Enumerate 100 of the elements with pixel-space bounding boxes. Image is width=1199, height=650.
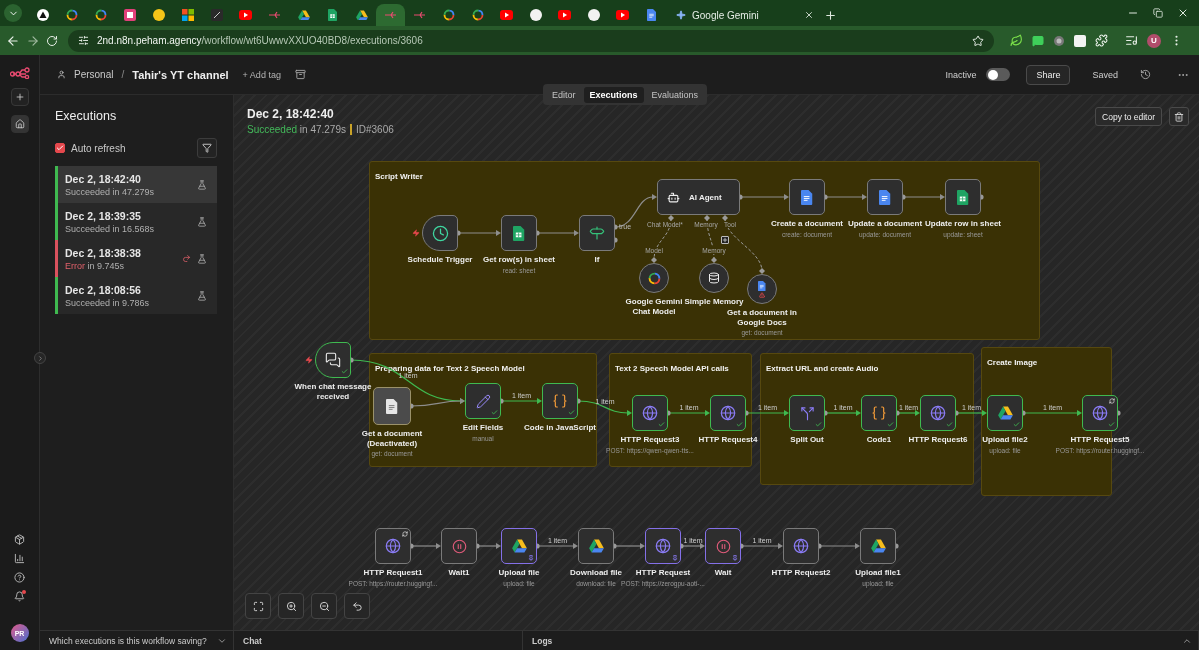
profile-avatar[interactable]: U [1147, 33, 1161, 48]
square-icon[interactable] [1074, 34, 1086, 47]
workflow-node[interactable] [705, 528, 741, 564]
workflow-node[interactable] [783, 528, 819, 564]
history-icon[interactable] [1140, 69, 1151, 80]
chat-panel-title: Chat [243, 635, 262, 646]
nodes-icon [413, 11, 426, 19]
workflow-node[interactable] [645, 528, 681, 564]
connection-line [665, 410, 710, 416]
execution-time: Dec 2, 18:38:38 [65, 246, 142, 259]
tricolor-triangle-icon [511, 539, 527, 553]
check-icon [658, 421, 665, 428]
add-button[interactable] [10, 88, 29, 106]
node-label: HTTP Request2 [771, 568, 831, 578]
clock-icon [431, 224, 449, 242]
back-icon[interactable] [6, 33, 20, 48]
workflow-node[interactable] [375, 528, 411, 564]
workflow-node[interactable] [710, 395, 746, 431]
node-label: Get row(s) in sheet [483, 255, 555, 265]
help-icon[interactable] [14, 572, 25, 583]
workflow-node[interactable] [315, 342, 351, 378]
execution-item[interactable]: Dec 2, 18:38:38 Error in 9.745s [55, 240, 217, 277]
node-label: HTTP Request5 [1070, 435, 1130, 445]
workflow-node[interactable] [579, 215, 615, 251]
workflow-node[interactable] [987, 395, 1023, 431]
workflow-node[interactable] [465, 383, 501, 419]
multicolor-ring-icon [471, 9, 484, 21]
zoom-out-button[interactable] [311, 593, 337, 619]
flask-icon[interactable] [197, 216, 207, 227]
workflow-node[interactable] [578, 528, 614, 564]
workflow-node[interactable] [441, 528, 477, 564]
bookmark-icon[interactable] [972, 34, 984, 47]
globe-icon [930, 405, 946, 421]
circle-icon[interactable] [1053, 34, 1065, 47]
chart-icon[interactable] [14, 553, 25, 564]
site-settings-icon[interactable] [78, 35, 89, 46]
workflow-node[interactable] [422, 215, 458, 251]
group-title: Text 2 Speech Model API calls [615, 364, 729, 373]
flask-icon[interactable] [197, 253, 207, 264]
media-icon[interactable] [1125, 34, 1138, 47]
copy-to-editor-button[interactable]: Copy to editor [1095, 107, 1162, 126]
archive-icon[interactable] [294, 69, 306, 80]
extensions-icon[interactable] [1095, 34, 1108, 47]
retry-icon[interactable] [182, 254, 191, 263]
workflow-node[interactable]: AI Agent [657, 179, 740, 215]
bell-icon[interactable] [14, 591, 25, 602]
node-label: When chat message received [293, 382, 373, 402]
workflow-node[interactable] [789, 179, 825, 215]
forward-icon[interactable] [26, 33, 40, 48]
close-icon[interactable] [1177, 7, 1189, 19]
view-tab[interactable]: Editor [546, 86, 582, 103]
execution-status: Error in 9.745s [65, 260, 126, 271]
leaf-icon[interactable] [1010, 34, 1023, 47]
workflow-node[interactable] [632, 395, 668, 431]
auto-refresh-checkbox[interactable] [55, 143, 65, 153]
fit-view-button[interactable] [245, 593, 271, 619]
workflow-node[interactable] [920, 395, 956, 431]
view-tab[interactable]: Evaluations [645, 86, 705, 103]
flask-icon[interactable] [197, 290, 207, 301]
project-link[interactable]: Personal [74, 69, 114, 80]
workflow-node[interactable] [945, 179, 981, 215]
address-bar[interactable]: 2nd.n8n.peham.agency/workflow/wt6UwwvXXUO40BD8/executions/3606 [68, 29, 994, 52]
undo-button[interactable] [344, 593, 370, 619]
share-button[interactable]: Share [1026, 64, 1071, 85]
reload-icon[interactable] [46, 34, 58, 47]
chat-icon[interactable] [1032, 34, 1044, 47]
workflow-node[interactable] [542, 383, 578, 419]
execution-item[interactable]: Dec 2, 18:39:35 Succeeded in 16.568s [55, 203, 217, 240]
filter-button[interactable] [197, 138, 217, 158]
execution-status: Succeeded in 9.786s [65, 297, 151, 308]
add-tag-button[interactable]: + Add tag [242, 69, 281, 80]
flask-icon[interactable] [197, 179, 207, 190]
browser-tab[interactable]: Google Gemini [666, 4, 820, 26]
package-icon[interactable] [14, 534, 25, 545]
workflow-node[interactable] [501, 528, 537, 564]
workflow-node[interactable] [1082, 395, 1118, 431]
workflow-node[interactable] [867, 179, 903, 215]
group-title: Extract URL and create Audio [766, 364, 879, 373]
database-icon [708, 272, 720, 284]
document-icon [386, 398, 398, 414]
workflow-node[interactable] [861, 395, 897, 431]
execution-item[interactable]: Dec 2, 18:42:40 Succeeded in 47.279s [55, 166, 217, 203]
workflow-node[interactable] [860, 528, 896, 564]
sparkle-icon [676, 10, 686, 20]
workflow-node[interactable] [789, 395, 825, 431]
zoom-in-button[interactable] [278, 593, 304, 619]
check-icon [56, 144, 64, 152]
view-tab[interactable]: Executions [583, 86, 644, 103]
home-button[interactable] [10, 115, 29, 133]
lightning-icon [412, 229, 420, 237]
active-toggle[interactable] [986, 68, 1011, 81]
restore-icon[interactable] [1153, 8, 1163, 18]
execution-time: Dec 2, 18:39:35 [65, 209, 142, 222]
workflow-node[interactable] [501, 215, 537, 251]
delete-button[interactable] [1169, 107, 1189, 126]
close-icon[interactable] [804, 10, 814, 20]
tab-search-button[interactable] [4, 4, 22, 22]
connection-line [900, 194, 945, 200]
add-tool-button[interactable] [721, 236, 729, 244]
execution-item[interactable]: Dec 2, 18:08:56 Succeeded in 9.786s [55, 277, 217, 314]
